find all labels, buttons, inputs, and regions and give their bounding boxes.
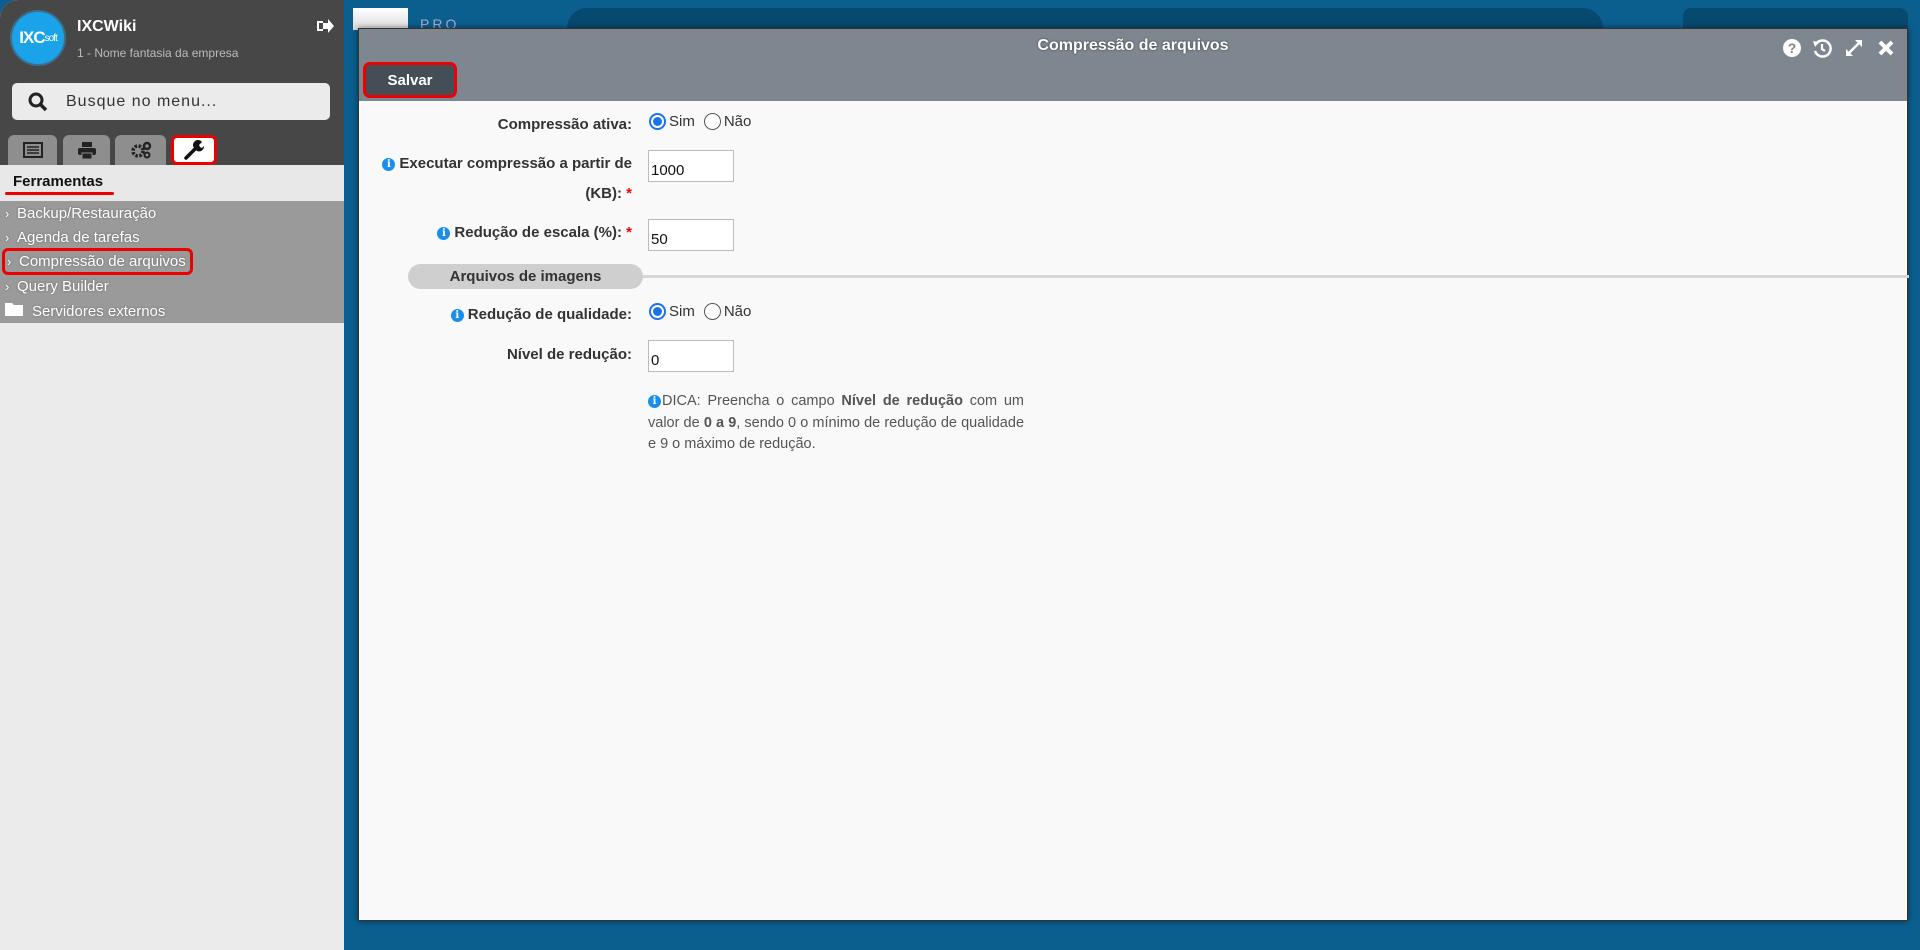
label-qualidade: i Redução de qualidade: — [450, 306, 632, 323]
wrench-icon — [184, 140, 204, 160]
label-escala: i Redução de escala (%): * — [437, 224, 632, 241]
help-icon[interactable]: ? — [1779, 35, 1805, 61]
info-icon[interactable]: i — [437, 227, 451, 240]
escala-input[interactable] — [648, 219, 734, 251]
sidebar-item-label: Agenda de tarefas — [17, 228, 140, 246]
tab-tools[interactable] — [171, 135, 217, 165]
sidebar-menu: › Backup/Restauração › Agenda de tarefas ›… — [0, 201, 344, 323]
sidebar-header: IXC soft IXCWiki 1 - Nome fantasia da emp… — [0, 0, 344, 165]
section-pill: Arquivos de imagens — [408, 264, 643, 289]
info-icon: i — [648, 395, 661, 408]
tab-settings[interactable] — [115, 135, 166, 165]
chevron-right-icon: › — [7, 254, 12, 269]
tab-list[interactable] — [8, 135, 57, 165]
section-underline — [5, 192, 114, 195]
sidebar-item-label: Backup/Restauração — [17, 204, 157, 222]
close-icon[interactable] — [1873, 35, 1899, 61]
radio-nao[interactable] — [703, 113, 721, 130]
info-icon[interactable]: i — [382, 158, 396, 171]
sidebar-item-label: Query Builder — [17, 277, 109, 295]
tip-text: i DICA: Preencha o campo Nível de redução… — [648, 393, 1025, 452]
company-name: 1 - Nome fantasia da empresa — [77, 46, 239, 60]
list-icon — [22, 142, 43, 158]
sidebar-item-backup[interactable]: › Backup/Restauração — [0, 201, 156, 225]
app-title: IXCWiki — [77, 18, 137, 35]
history-icon[interactable] — [1809, 35, 1835, 61]
info-icon[interactable]: i — [450, 309, 464, 322]
logout-icon[interactable] — [316, 18, 334, 39]
background-logo-box — [353, 8, 408, 30]
sidebar-item-query-builder[interactable]: › Query Builder — [0, 274, 109, 298]
menu-search-input[interactable]: Busque no menu... — [12, 83, 330, 120]
label-nivel: Nível de redução: — [506, 346, 632, 363]
nivel-input[interactable] — [648, 340, 734, 372]
section-header: Ferramentas — [0, 165, 344, 201]
chevron-right-icon: › — [5, 205, 10, 221]
radio-sim[interactable] — [649, 303, 666, 320]
chevron-right-icon: › — [5, 229, 10, 245]
sidebar-item-label: Compressão de arquivos — [19, 253, 186, 270]
modal-header: Compressão de arquivos ? Salvar — [359, 29, 1907, 101]
svg-text:?: ? — [1788, 40, 1797, 56]
radio-label: Não — [723, 303, 752, 320]
radio-group-compressao-ativa: Sim Não — [649, 113, 760, 130]
label-compressao-ativa: Compressão ativa: — [497, 116, 632, 133]
radio-sim[interactable] — [649, 113, 666, 130]
section-divider — [643, 275, 1909, 278]
radio-label: Não — [723, 113, 752, 130]
radio-group-qualidade: Sim Não — [649, 303, 760, 320]
sidebar-item-compressao[interactable]: › Compressão de arquivos — [2, 248, 193, 275]
modal-title: Compressão de arquivos — [1037, 37, 1229, 54]
save-button[interactable]: Salvar — [363, 62, 457, 98]
tab-print[interactable] — [63, 135, 110, 165]
search-icon — [28, 92, 48, 111]
radio-nao[interactable] — [703, 303, 721, 320]
expand-icon[interactable] — [1841, 35, 1867, 61]
logo: IXC soft — [10, 10, 66, 66]
printer-icon — [77, 141, 96, 159]
label-executar: i Executar compressão a partir de — [382, 155, 632, 172]
sidebar-item-servidores[interactable]: Servidores externos — [0, 299, 165, 323]
search-placeholder: Busque no menu... — [66, 92, 218, 110]
label-executar-unit: (KB): * — [585, 185, 632, 202]
sidebar: IXC soft IXCWiki 1 - Nome fantasia da emp… — [0, 0, 344, 950]
radio-label: Sim — [669, 113, 695, 130]
radio-label: Sim — [669, 303, 695, 320]
sidebar-item-agenda[interactable]: › Agenda de tarefas — [0, 225, 140, 249]
sidebar-item-label: Servidores externos — [32, 302, 166, 320]
gears-icon — [130, 141, 151, 159]
section-title: Ferramentas — [13, 173, 104, 190]
modal-window: Compressão de arquivos ? Salvar Compress… — [358, 28, 1909, 921]
chevron-right-icon: › — [5, 278, 10, 294]
executar-kb-input[interactable] — [648, 150, 734, 182]
folder-icon — [5, 302, 32, 320]
